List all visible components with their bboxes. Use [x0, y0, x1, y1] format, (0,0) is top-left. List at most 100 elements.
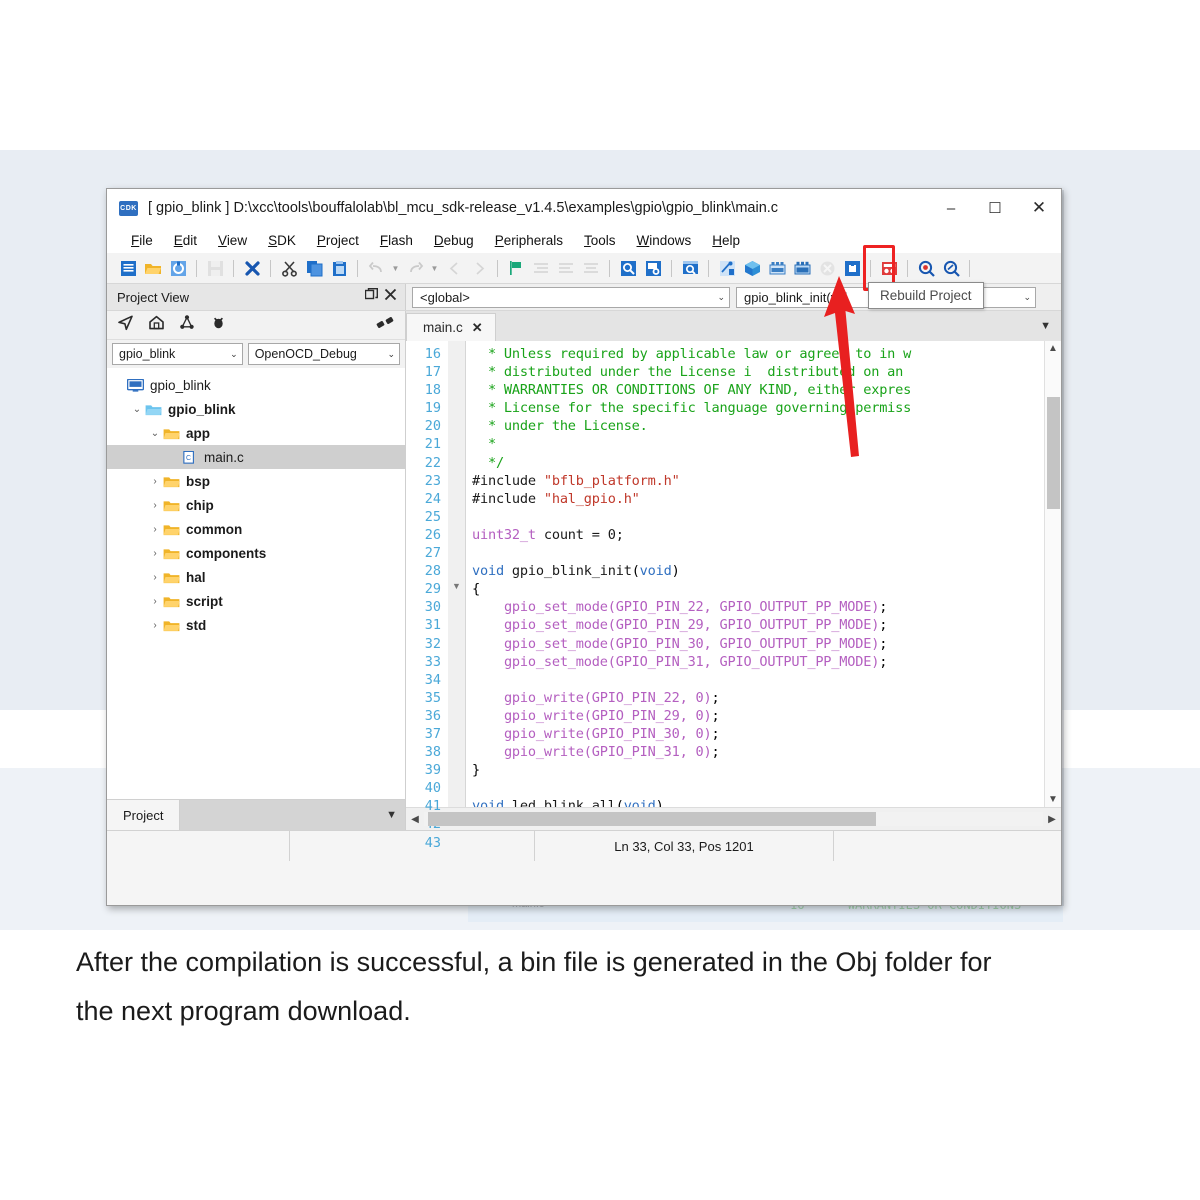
tree-item-main-c[interactable]: Cmain.c — [107, 445, 405, 469]
refresh-icon[interactable] — [167, 257, 189, 279]
redo-dropdown-caret[interactable]: ▼ — [429, 264, 440, 273]
code-line: * WARRANTIES OR CONDITIONS OF ANY KIND, … — [487, 382, 912, 399]
tree-item-chip[interactable]: › chip — [107, 493, 405, 517]
navigate-icon[interactable] — [117, 314, 134, 336]
paste-icon[interactable] — [328, 257, 350, 279]
minimize-button[interactable]: – — [929, 189, 973, 227]
open-folder-icon[interactable] — [142, 257, 164, 279]
copy-icon[interactable] — [303, 257, 325, 279]
target-select-value: OpenOCD_Debug — [254, 347, 357, 361]
tree-item-hal[interactable]: › hal — [107, 565, 405, 589]
tree-item-label: script — [186, 593, 223, 609]
indent-3-icon[interactable] — [580, 257, 602, 279]
menu-item-flash[interactable]: Flash — [370, 231, 424, 250]
ide-body: gpio_blink ⌄ OpenOCD_Debug ⌄ gpio_blink ⌄… — [107, 311, 1061, 851]
tree-item-script[interactable]: › script — [107, 589, 405, 613]
editor-horizontal-scrollbar[interactable]: ◀ ▶ — [406, 807, 1061, 830]
menu-item-help[interactable]: Help — [702, 231, 751, 250]
menu-item-windows[interactable]: Windows — [627, 231, 703, 250]
editor-vertical-scrollbar[interactable]: ▲ ▼ — [1044, 341, 1061, 807]
twisty-collapsed-icon[interactable]: › — [147, 476, 163, 487]
tree-item-app[interactable]: ⌄ app — [107, 421, 405, 445]
compile-file-icon[interactable] — [716, 257, 738, 279]
home-icon[interactable] — [148, 314, 165, 336]
link-icon[interactable] — [376, 314, 395, 336]
tab-close-icon[interactable]: ✕ — [472, 320, 483, 336]
indent-2-icon[interactable] — [555, 257, 577, 279]
vertical-scroll-thumb[interactable] — [1047, 397, 1060, 509]
twisty-expanded-icon[interactable]: ⌄ — [129, 404, 145, 415]
line-number: 34 — [424, 671, 441, 688]
float-window-icon[interactable] — [364, 288, 378, 306]
menu-item-project[interactable]: Project — [307, 231, 370, 250]
tab-main-c[interactable]: main.c ✕ — [406, 313, 496, 341]
undo-icon[interactable] — [365, 257, 387, 279]
close-icon[interactable] — [384, 288, 397, 306]
tab-main-c-label: main.c — [423, 320, 463, 335]
code-line: gpio_write(GPIO_PIN_31, 0); — [503, 744, 720, 761]
flag-icon[interactable] — [505, 257, 527, 279]
tab-project[interactable]: Project — [107, 800, 181, 830]
twisty-collapsed-icon[interactable]: › — [147, 572, 163, 583]
undo-dropdown-caret[interactable]: ▼ — [390, 264, 401, 273]
menu-item-debug[interactable]: Debug — [424, 231, 485, 250]
twisty-collapsed-icon[interactable]: › — [147, 500, 163, 511]
find-icon[interactable] — [617, 257, 639, 279]
nav-back-icon[interactable] — [443, 257, 465, 279]
line-number: 18 — [424, 382, 441, 399]
twisty-expanded-icon[interactable]: ⌄ — [147, 428, 163, 439]
new-file-icon[interactable] — [117, 257, 139, 279]
menu-item-view[interactable]: View — [208, 231, 258, 250]
chevron-down-icon[interactable]: ▼ — [386, 809, 397, 821]
line-number: 30 — [424, 599, 441, 616]
chevron-down-icon: ⌄ — [717, 291, 725, 302]
code-line: * License for the specific language gove… — [487, 400, 912, 417]
tree-item-gpio_blink[interactable]: gpio_blink — [107, 373, 405, 397]
save-icon[interactable] — [204, 257, 226, 279]
zoom-in-icon[interactable] — [915, 257, 937, 279]
dependency-icon[interactable] — [179, 314, 196, 336]
hscroll-track[interactable] — [424, 812, 1043, 826]
scope-combo[interactable]: <global> ⌄ — [412, 286, 730, 308]
menu-item-edit[interactable]: Edit — [164, 231, 208, 250]
scroll-up-icon[interactable]: ▲ — [1048, 343, 1058, 354]
tree-item-components[interactable]: › components — [107, 541, 405, 565]
nav-forward-icon[interactable] — [468, 257, 490, 279]
project-tab-rest: ▼ — [180, 800, 405, 830]
close-button[interactable]: ✕ — [1017, 189, 1061, 227]
scroll-down-icon[interactable]: ▼ — [1048, 794, 1058, 805]
menu-item-peripherals[interactable]: Peripherals — [485, 231, 574, 250]
find-in-files-icon[interactable] — [642, 257, 664, 279]
tree-item-label: common — [186, 521, 243, 537]
cut-icon[interactable] — [278, 257, 300, 279]
bug-icon[interactable] — [210, 314, 227, 336]
menu-item-tools[interactable]: Tools — [574, 231, 627, 250]
redo-icon[interactable] — [404, 257, 426, 279]
twisty-collapsed-icon[interactable]: › — [147, 620, 163, 631]
indent-1-icon[interactable] — [530, 257, 552, 279]
target-select[interactable]: OpenOCD_Debug ⌄ — [247, 343, 400, 365]
tree-item-gpio_blink[interactable]: ⌄ gpio_blink — [107, 397, 405, 421]
tree-item-std[interactable]: › std — [107, 613, 405, 637]
twisty-collapsed-icon[interactable]: › — [147, 548, 163, 559]
code-line: #include "hal_gpio.h" — [472, 490, 640, 507]
menu-item-file[interactable]: File — [121, 231, 164, 250]
close-x-icon[interactable] — [241, 257, 263, 279]
horizontal-scroll-thumb[interactable] — [428, 812, 876, 826]
build-all-icon[interactable] — [766, 257, 788, 279]
code-text[interactable]: * Unless required by applicable law or a… — [466, 341, 1044, 807]
tree-item-bsp[interactable]: › bsp — [107, 469, 405, 493]
twisty-collapsed-icon[interactable]: › — [147, 596, 163, 607]
menu-item-sdk[interactable]: SDK — [258, 231, 307, 250]
tabstrip-overflow-caret[interactable]: ▼ — [1040, 320, 1061, 332]
project-select[interactable]: gpio_blink ⌄ — [112, 343, 243, 365]
project-tree: gpio_blink ⌄ gpio_blink ⌄ app Cmain.c › bsp › chi… — [107, 368, 405, 799]
fold-marker-29[interactable]: ▼ — [452, 581, 461, 591]
tree-item-common[interactable]: › common — [107, 517, 405, 541]
build-icon[interactable] — [741, 257, 763, 279]
twisty-collapsed-icon[interactable]: › — [147, 524, 163, 535]
maximize-button[interactable]: ☐ — [973, 189, 1017, 227]
find-next-icon[interactable] — [679, 257, 701, 279]
zoom-out-icon[interactable] — [940, 257, 962, 279]
scroll-right-icon[interactable]: ▶ — [1043, 814, 1061, 825]
